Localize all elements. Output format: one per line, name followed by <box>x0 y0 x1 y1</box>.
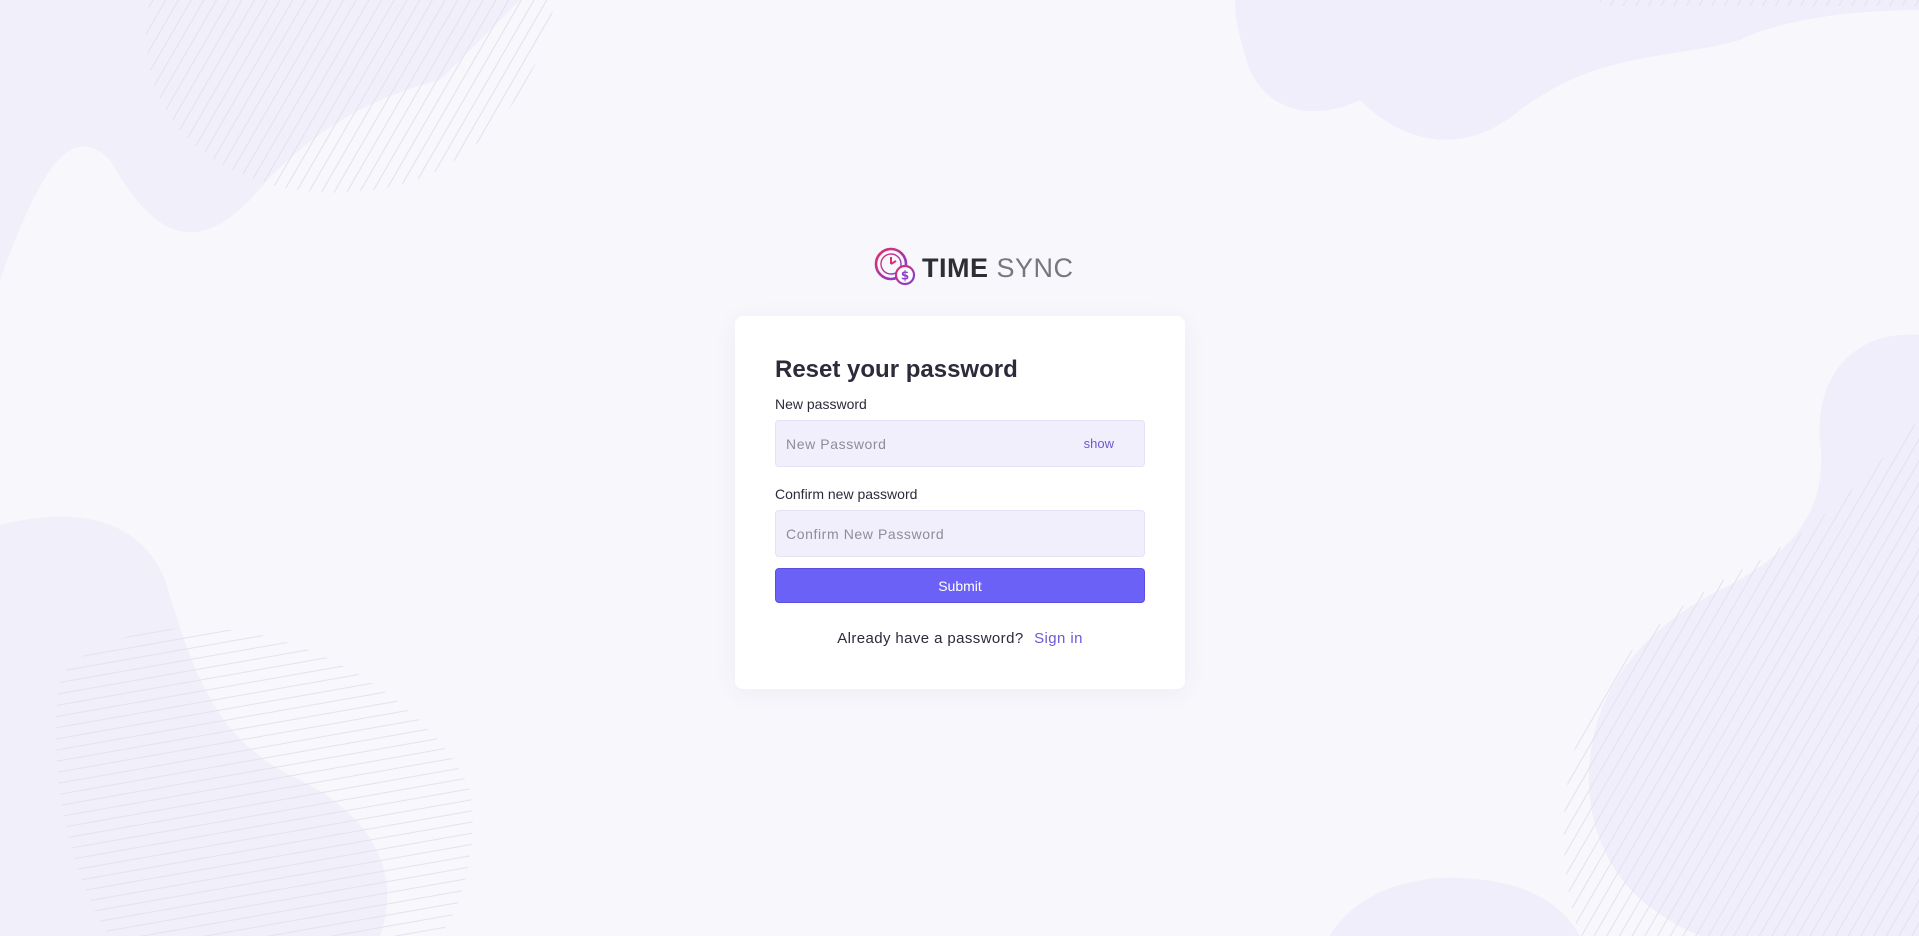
confirm-password-label: Confirm new password <box>775 486 918 502</box>
brand-name-light: SYNC <box>996 252 1074 283</box>
new-password-label: New password <box>775 396 867 412</box>
show-password-toggle[interactable]: show <box>1084 436 1114 451</box>
stripes-bottom-left <box>55 627 473 936</box>
submit-button[interactable]: Submit <box>775 568 1145 603</box>
stripes-top-right <box>1600 0 1919 6</box>
blob-bottom-center <box>1330 877 1580 936</box>
signin-prompt: Already have a password? <box>837 630 1024 647</box>
signin-link[interactable]: Sign in <box>1034 630 1083 647</box>
blob-top-right <box>1235 0 1919 140</box>
brand-name-bold: TIME <box>922 252 989 283</box>
reset-password-card: Reset your password New password show Co… <box>735 316 1185 689</box>
confirm-password-field <box>775 510 1145 557</box>
svg-text:$: $ <box>901 268 909 282</box>
clock-coin-icon: $ <box>874 246 916 291</box>
signin-row: Already have a password? Sign in <box>775 630 1145 647</box>
new-password-field: show <box>775 420 1145 467</box>
page-title: Reset your password <box>775 356 1018 383</box>
confirm-password-input[interactable] <box>776 511 1144 556</box>
brand-name: TIME SYNC <box>922 253 1074 284</box>
brand-logo: $ TIME SYNC <box>874 246 1074 291</box>
stripes-right <box>1563 420 1919 936</box>
